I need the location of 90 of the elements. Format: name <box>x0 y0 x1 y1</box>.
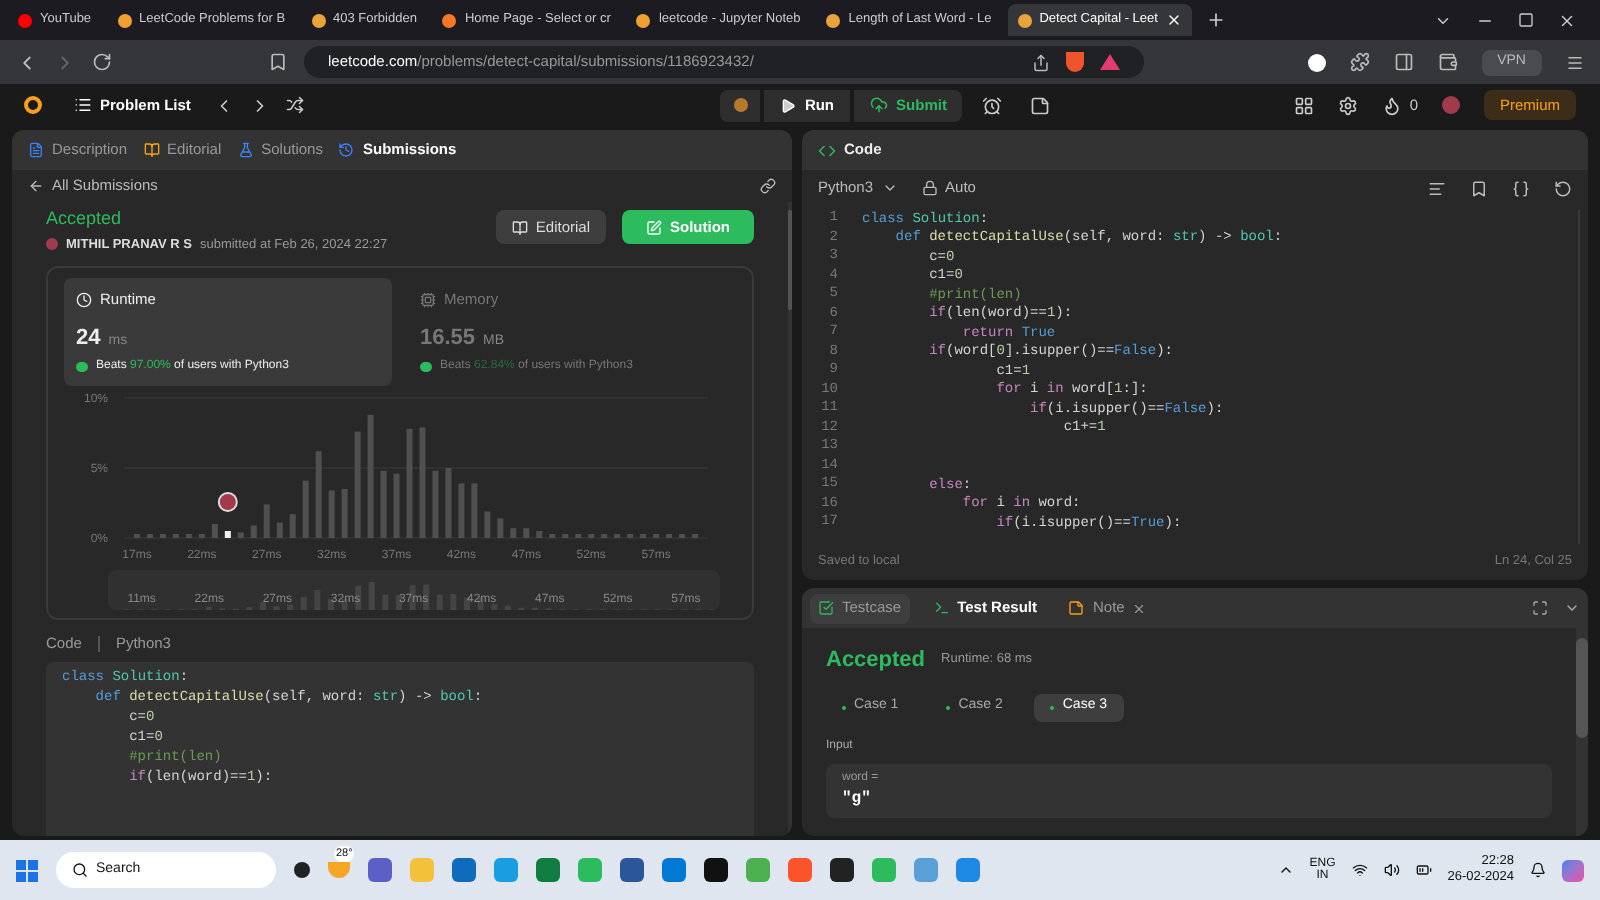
book-icon <box>143 142 160 158</box>
histogram-bar <box>276 522 283 538</box>
volume-icon[interactable] <box>1383 862 1400 878</box>
clock-icon <box>76 291 92 308</box>
histogram-bar <box>211 524 218 538</box>
logo-icon[interactable] <box>24 96 42 114</box>
histogram-bar <box>497 518 504 538</box>
flask-icon <box>237 142 254 158</box>
user-avatar-icon <box>46 238 58 251</box>
layout-icon[interactable] <box>1293 95 1314 115</box>
timer-icon[interactable] <box>982 95 1003 115</box>
beats-icon <box>420 362 432 372</box>
histogram-bar <box>315 451 322 538</box>
beats-icon <box>76 362 88 372</box>
wifi-icon[interactable] <box>1351 862 1368 878</box>
stat-value: 16.55 <box>420 323 476 353</box>
histogram-bar <box>341 489 348 538</box>
book-icon <box>511 219 528 235</box>
history-icon <box>338 142 355 158</box>
histogram-bar <box>432 470 439 538</box>
close-icon[interactable] <box>1558 11 1576 29</box>
histogram-bar <box>289 514 296 538</box>
histogram-bar <box>250 525 257 538</box>
user-marker-icon <box>217 492 238 512</box>
collapse-icon[interactable] <box>1564 600 1580 616</box>
notification-icon[interactable] <box>1530 862 1546 878</box>
histogram-bar <box>510 528 517 538</box>
terminal-icon <box>933 600 950 616</box>
pen-icon <box>646 219 662 235</box>
histogram-bar <box>523 528 530 538</box>
share-icon[interactable] <box>1032 53 1050 71</box>
battery-icon[interactable] <box>1415 862 1432 878</box>
expand-icon[interactable] <box>1532 600 1548 616</box>
histogram-bar <box>393 473 400 538</box>
result-status: Accepted <box>826 646 926 676</box>
histogram-bar <box>471 483 478 538</box>
stat-value: 24 <box>76 323 101 353</box>
chip-icon <box>420 291 436 308</box>
menu-icon[interactable] <box>1566 53 1584 71</box>
format-icon[interactable] <box>1428 179 1446 197</box>
histogram-bar <box>354 431 361 538</box>
bookmark-icon[interactable] <box>268 52 288 72</box>
note-icon[interactable] <box>1030 95 1051 115</box>
braces-icon[interactable] <box>1512 179 1530 197</box>
histogram-bar <box>445 468 452 538</box>
chevron-down-icon <box>881 180 898 196</box>
bookmark-icon[interactable] <box>1470 179 1488 197</box>
status-text: Accepted <box>46 206 124 232</box>
variable-value: "g" <box>842 787 873 811</box>
document-icon <box>28 142 44 158</box>
histogram-bar <box>263 504 270 538</box>
play-icon <box>780 97 797 113</box>
flame-icon[interactable] <box>1381 95 1402 115</box>
close-icon[interactable] <box>1132 601 1147 615</box>
lock-icon <box>921 180 938 196</box>
app-icon[interactable] <box>704 858 728 882</box>
histogram-bar <box>406 428 413 538</box>
sidebar-icon[interactable] <box>1393 52 1414 72</box>
settings-icon[interactable] <box>1337 95 1358 115</box>
avatar-icon[interactable] <box>1441 96 1460 114</box>
back-arrow-icon[interactable] <box>28 178 44 194</box>
search-icon <box>72 862 88 878</box>
app-icon[interactable] <box>830 858 854 882</box>
histogram-bar <box>237 532 244 538</box>
shuffle-icon[interactable] <box>286 96 305 114</box>
cloud-upload-icon <box>870 96 889 114</box>
start-icon[interactable] <box>16 859 38 881</box>
histogram-bar <box>484 511 491 538</box>
histogram-bar <box>328 490 335 538</box>
histogram-bar <box>536 531 543 538</box>
maximize-icon[interactable] <box>1518 12 1534 28</box>
note-icon <box>1068 600 1085 616</box>
wallet-icon[interactable] <box>1437 52 1458 72</box>
histogram-bar <box>367 414 374 538</box>
code-icon <box>818 141 836 159</box>
histogram-bar <box>224 531 231 538</box>
histogram-bar <box>419 427 426 538</box>
histogram-bar <box>458 483 465 538</box>
close-tab-icon[interactable] <box>1165 12 1182 28</box>
shield-icon[interactable] <box>1066 52 1084 72</box>
histogram-bar <box>302 480 309 538</box>
reload-icon[interactable] <box>92 52 112 72</box>
link-icon[interactable] <box>760 178 776 194</box>
new-tab-icon[interactable] <box>1205 10 1226 30</box>
copilot-icon[interactable] <box>1562 859 1584 881</box>
extensions-icon[interactable] <box>1349 52 1370 72</box>
reset-icon[interactable] <box>1554 179 1572 197</box>
histogram-bar <box>380 470 387 538</box>
list-icon <box>74 96 92 114</box>
checkbox-icon <box>818 600 834 616</box>
